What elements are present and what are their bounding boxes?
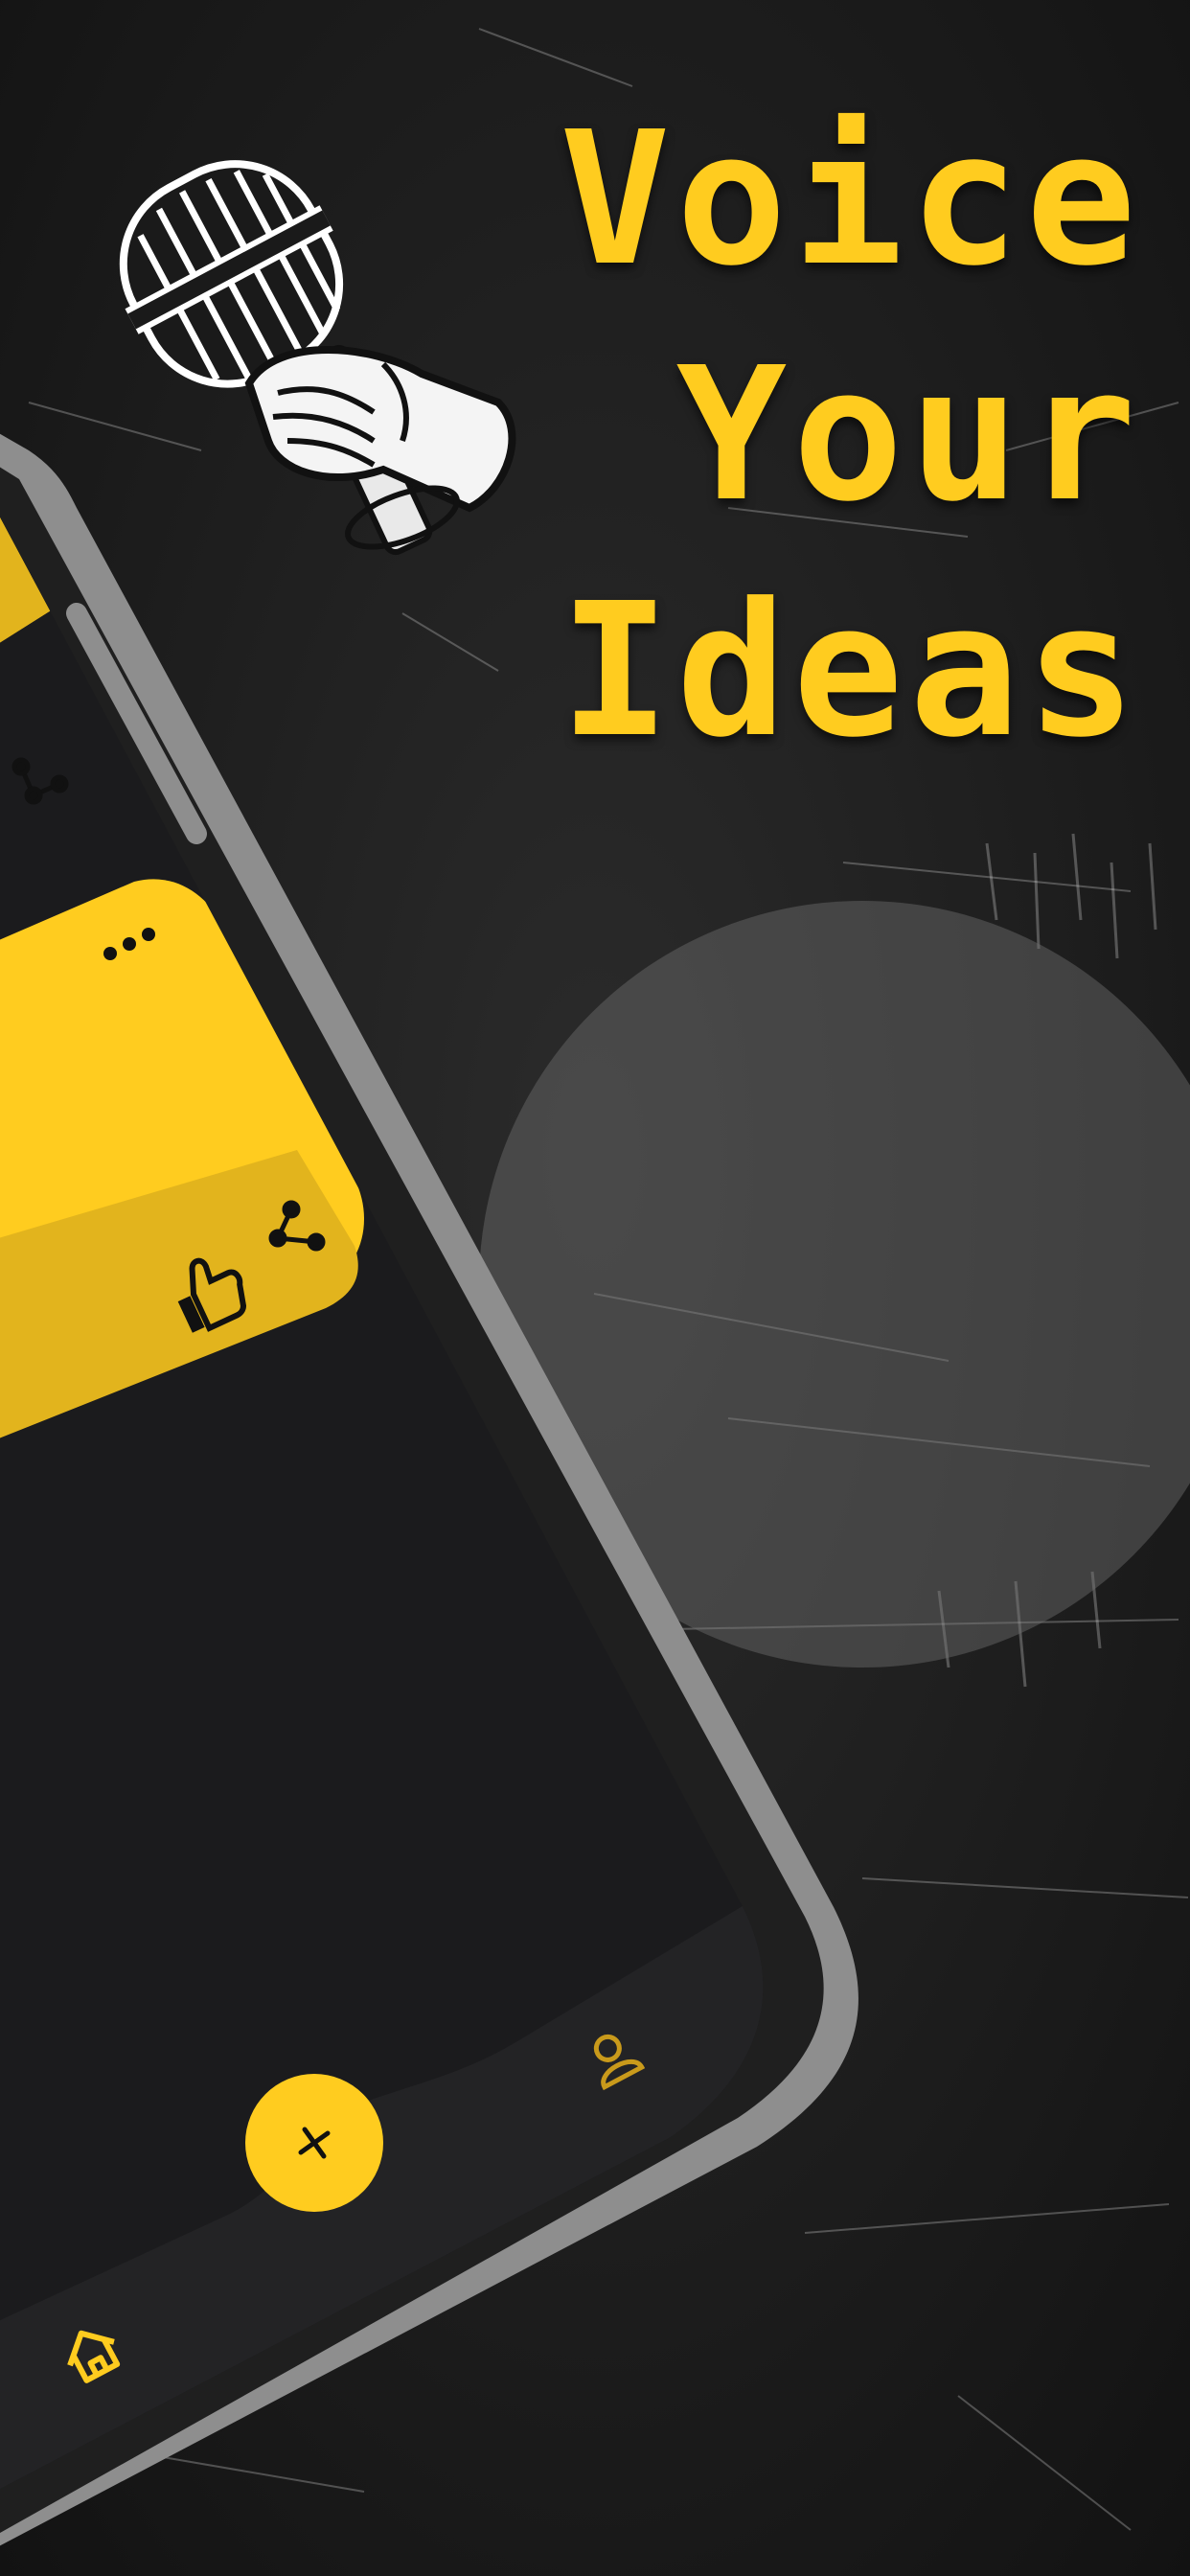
phone-mockup — [0, 316, 858, 2549]
phone-screen — [0, 316, 764, 2549]
add-button[interactable] — [245, 2074, 383, 2212]
